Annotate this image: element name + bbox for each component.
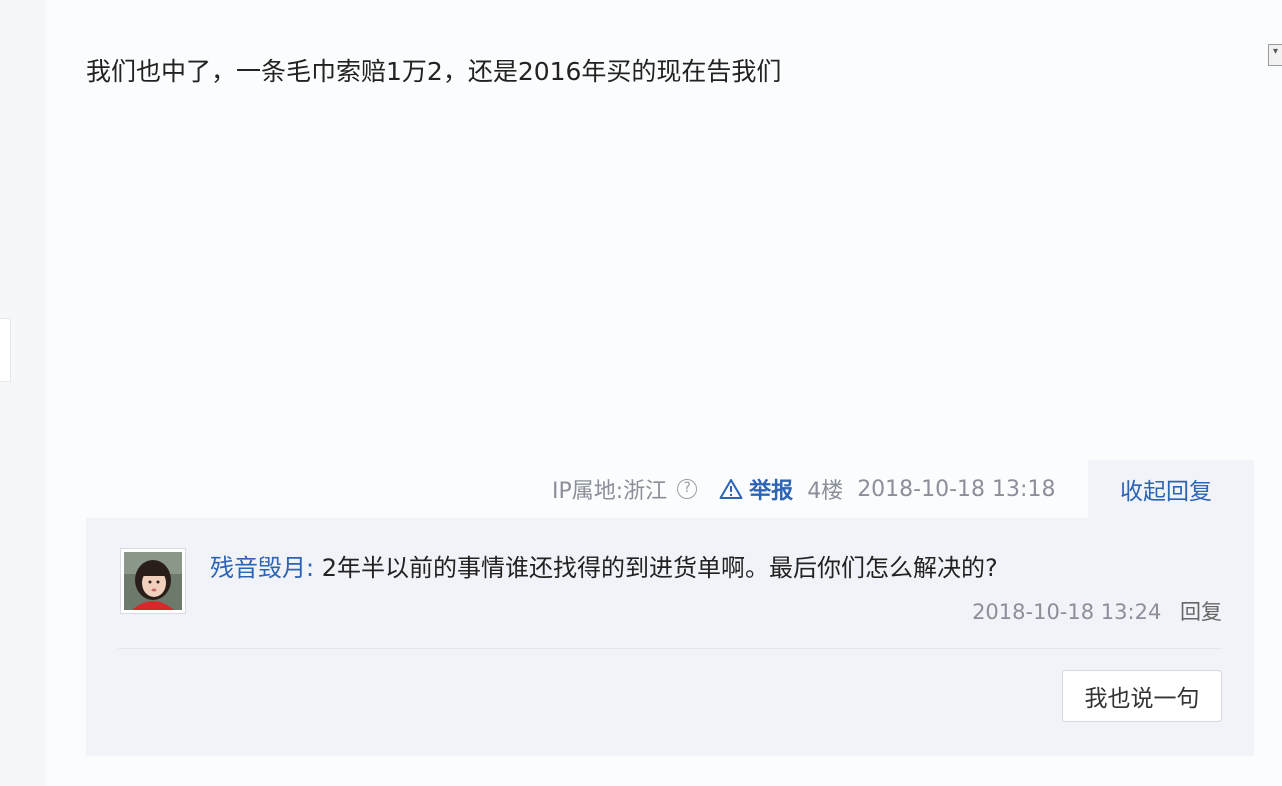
help-icon[interactable]: ? xyxy=(677,479,698,499)
warning-icon xyxy=(719,478,743,500)
reply-separator: : xyxy=(306,554,315,582)
reply-meta: 2018-10-18 13:24 回复 xyxy=(972,596,1222,626)
reply-author[interactable]: 残音毁月 xyxy=(210,554,306,582)
reply-button[interactable]: 回复 xyxy=(1180,600,1222,624)
reply-time: 2018-10-18 13:24 xyxy=(972,600,1162,624)
left-rail xyxy=(0,0,46,786)
dropdown-triangle-icon[interactable]: ▾ xyxy=(1268,44,1282,66)
collapse-replies-button[interactable]: 收起回复 xyxy=(1088,460,1254,518)
say-something-button[interactable]: 我也说一句 xyxy=(1062,670,1222,722)
ip-location: IP属地:浙江 xyxy=(552,479,668,504)
report-label: 举报 xyxy=(749,479,794,504)
reply-panel: 残音毁月: 2年半以前的事情谁还找得的到进货单啊。最后你们怎么解决的? 2018… xyxy=(86,518,1254,756)
reply-text: 2年半以前的事情谁还找得的到进货单啊。最后你们怎么解决的? xyxy=(314,554,998,582)
side-handle xyxy=(0,318,11,382)
divider xyxy=(118,648,1222,649)
floor-number: 4楼 xyxy=(807,479,844,504)
avatar[interactable] xyxy=(120,548,186,614)
reply-line: 残音毁月: 2年半以前的事情谁还找得的到进货单啊。最后你们怎么解决的? xyxy=(210,548,998,588)
report-link[interactable]: 举报 xyxy=(719,473,793,505)
post-time: 2018-10-18 13:18 xyxy=(857,476,1056,502)
post-footer: IP属地:浙江 ? 举报 4楼 2018-10-18 13:18 xyxy=(552,472,1055,506)
post-content: 我们也中了，一条毛巾索赔1万2，还是2016年买的现在告我们 xyxy=(86,57,782,86)
